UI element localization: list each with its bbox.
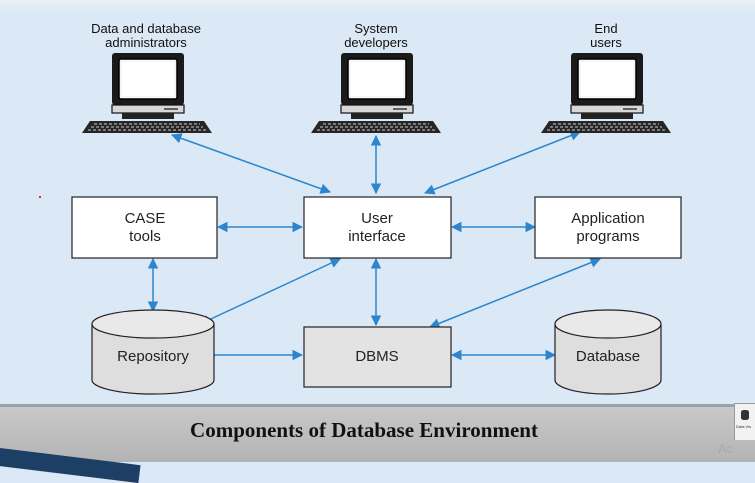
computer-icon [311,52,441,134]
user-developers: System developers [311,21,441,134]
application-programs-line2: programs [576,228,639,245]
slide-accent [0,446,141,483]
dbms-box: DBMS [303,326,452,388]
database-environment-diagram: Data and database administrators System … [71,21,682,395]
arrow-ui-repository [199,258,341,325]
endusers-label-line1: End [594,21,617,36]
application-programs-box: Application programs [534,196,682,259]
user-interface-box: User interface [303,196,452,259]
case-tools-line2: tools [129,228,161,245]
admins-label-line2: administrators [105,35,187,50]
user-interface-line2: interface [348,228,406,245]
developers-label-line2: developers [344,35,408,50]
database-cylinder: Database [554,309,662,395]
corner-thumbnail-label: Data Vis [736,424,752,429]
computer-icon [541,52,671,134]
case-tools-box: CASE tools [71,196,218,259]
diagram-caption: Components of Database Environment [190,418,538,442]
database-label: Database [576,348,640,365]
repository-label: Repository [117,348,189,365]
repository-cylinder: Repository [91,309,215,395]
arrow-endusers-ui [424,130,581,195]
arrow-admins-ui [171,133,331,194]
database-icon [741,410,749,420]
admins-label-line1: Data and database [91,21,201,36]
case-tools-line1: CASE [125,210,166,227]
user-interface-line1: User [361,210,393,227]
corner-thumbnail[interactable]: Data Vis [734,403,755,440]
caption-bar-stripe [0,404,755,407]
computer-icon [82,52,212,134]
application-programs-line1: Application [571,210,644,227]
developers-label-line1: System [354,21,397,36]
endusers-label-line2: users [590,35,622,50]
user-endusers: End users [541,21,671,134]
dbms-label: DBMS [355,348,398,365]
watermark-text: Ac [718,441,734,456]
user-admins: Data and database administrators [82,21,212,134]
